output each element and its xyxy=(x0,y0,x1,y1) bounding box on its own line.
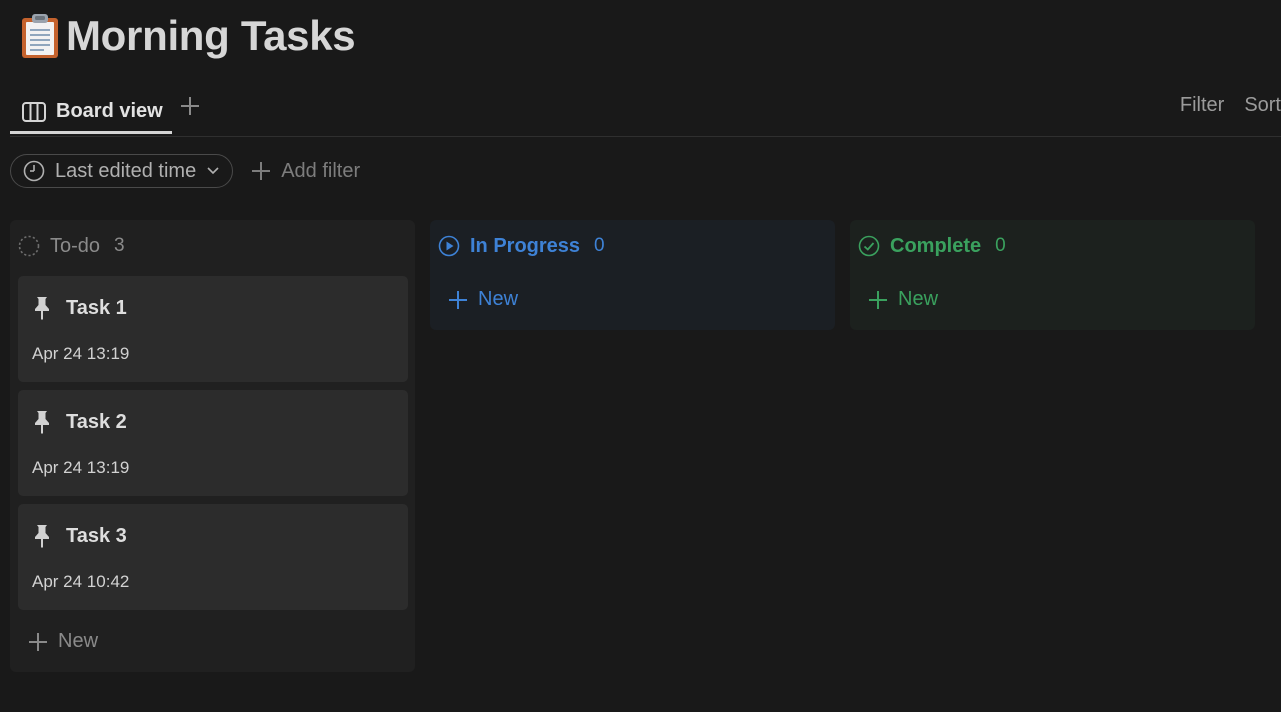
column-header-todo[interactable]: To-do 3 xyxy=(18,232,125,260)
column-count: 0 xyxy=(594,235,605,256)
status-todo-icon xyxy=(18,235,40,257)
column-header-in-progress[interactable]: In Progress 0 xyxy=(438,232,605,260)
card-task-2[interactable]: Task 2 Apr 24 13:19 xyxy=(18,390,408,496)
tab-board-view[interactable]: Board view xyxy=(10,92,172,134)
card-title-row: Task 3 xyxy=(32,524,127,548)
column-todo: To-do 3 Task 1 Apr 24 13:19 Task 2 Apr 2… xyxy=(10,220,415,672)
sort-pill-last-edited[interactable]: Last edited time xyxy=(10,154,234,188)
column-count: 3 xyxy=(114,235,125,256)
column-header-complete[interactable]: Complete 0 xyxy=(858,232,1006,260)
card-title: Task 1 xyxy=(66,296,127,319)
board-view-icon xyxy=(22,101,46,122)
card-date: Apr 24 13:19 xyxy=(32,344,130,363)
pin-icon xyxy=(35,297,49,320)
add-filter-button[interactable]: Add filter xyxy=(251,160,360,183)
plus-icon xyxy=(869,290,887,309)
card-title-row: Task 2 xyxy=(32,410,127,434)
page: Morning Tasks Board view Filter Sort Las… xyxy=(0,0,1281,712)
card-title: Task 3 xyxy=(66,524,127,547)
column-name: In Progress xyxy=(470,234,581,257)
pin-icon xyxy=(35,525,49,548)
plus-icon xyxy=(449,290,467,309)
filter-bar: Last edited time Add filter xyxy=(10,154,360,188)
add-filter-label: Add filter xyxy=(281,159,361,182)
pin-icon xyxy=(35,411,49,434)
column-complete: Complete 0 New xyxy=(850,220,1255,330)
card-title: Task 2 xyxy=(66,410,127,433)
add-view-button[interactable] xyxy=(178,92,202,120)
card-date: Apr 24 10:42 xyxy=(32,572,130,591)
new-card-button-complete[interactable]: New xyxy=(868,288,938,311)
chevron-down-icon xyxy=(207,167,219,175)
card-task-3[interactable]: Task 3 Apr 24 10:42 xyxy=(18,504,408,610)
sort-button[interactable]: Sort xyxy=(1244,94,1281,117)
card-title-row: Task 1 xyxy=(32,296,127,320)
view-actions: Filter Sort xyxy=(1180,94,1281,117)
plus-icon xyxy=(181,97,199,115)
plus-icon xyxy=(252,162,271,180)
status-complete-icon xyxy=(858,235,880,257)
new-card-button-in-progress[interactable]: New xyxy=(448,288,518,311)
sort-pill-label: Last edited time xyxy=(55,159,197,182)
new-card-button-todo[interactable]: New xyxy=(28,630,98,653)
new-card-label: New xyxy=(898,288,939,310)
column-count: 0 xyxy=(995,235,1006,256)
card-date: Apr 24 13:19 xyxy=(32,458,130,477)
tab-board-view-label: Board view xyxy=(56,100,163,122)
column-in-progress: In Progress 0 New xyxy=(430,220,835,330)
column-name: To-do xyxy=(50,234,101,257)
status-in-progress-icon xyxy=(438,235,460,257)
title-row: Morning Tasks xyxy=(20,12,356,60)
page-title: Morning Tasks xyxy=(66,12,356,59)
plus-icon xyxy=(29,632,47,651)
clock-icon xyxy=(23,160,45,182)
tabs-bar: Board view Filter Sort xyxy=(10,82,1281,137)
filter-button[interactable]: Filter xyxy=(1180,94,1224,117)
card-task-1[interactable]: Task 1 Apr 24 13:19 xyxy=(18,276,408,382)
column-name: Complete xyxy=(890,234,982,257)
clipboard-icon[interactable] xyxy=(20,13,60,59)
new-card-label: New xyxy=(58,630,99,652)
new-card-label: New xyxy=(478,288,519,310)
